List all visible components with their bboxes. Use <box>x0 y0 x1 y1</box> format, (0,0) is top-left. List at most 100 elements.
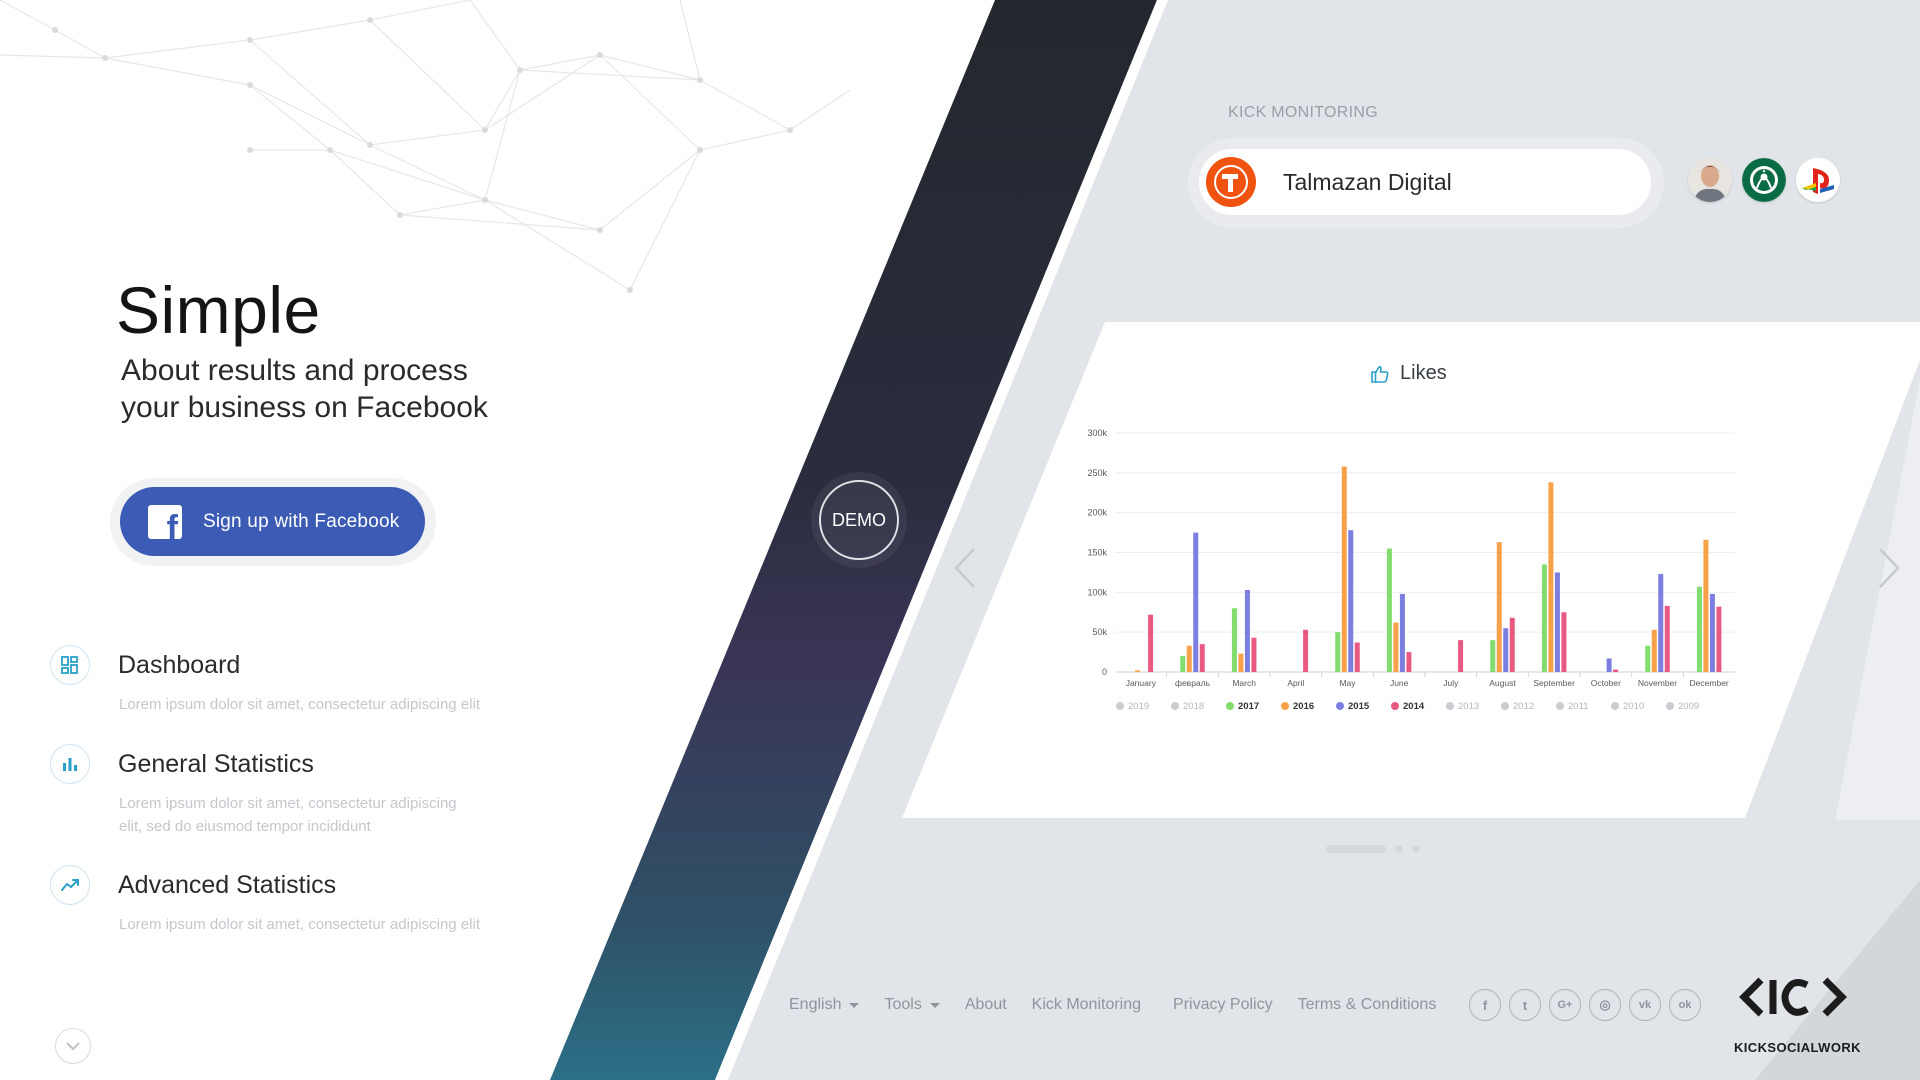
talmazan-logo <box>1206 157 1256 207</box>
chart-bar <box>1406 652 1412 672</box>
y-tick-label: 0 <box>1102 667 1107 677</box>
carousel-dot[interactable] <box>1412 845 1420 853</box>
hero-title: Simple <box>116 273 321 347</box>
instagram-icon[interactable]: ◎ <box>1589 989 1621 1021</box>
legend-marker <box>1116 702 1124 710</box>
chart-bar <box>1613 669 1619 672</box>
chart-bar <box>1496 542 1502 672</box>
chart-bar <box>1541 564 1547 672</box>
language-label: English <box>789 996 842 1013</box>
x-tick-label: May <box>1339 678 1356 688</box>
vk-icon[interactable]: vk <box>1629 989 1661 1021</box>
legend-label: 2013 <box>1458 701 1479 712</box>
facebook-signup-label: Sign up with Facebook <box>203 510 400 532</box>
person-avatar[interactable] <box>1688 158 1732 202</box>
facebook-signup-button[interactable]: f Sign up with Facebook <box>120 487 425 556</box>
x-tick-label: December <box>1690 678 1729 688</box>
footer-link-terms[interactable]: Terms & Conditions <box>1298 996 1437 1014</box>
legend-marker <box>1281 702 1289 710</box>
x-tick-label: June <box>1390 678 1409 688</box>
legend-marker <box>1391 702 1399 710</box>
chart-bar <box>1561 612 1567 672</box>
chevron-down-icon <box>66 1042 80 1051</box>
tools-dropdown[interactable]: Tools <box>884 996 940 1014</box>
x-tick-label: September <box>1533 678 1575 688</box>
chart-bar <box>1664 605 1670 672</box>
y-tick-label: 50k <box>1092 627 1107 637</box>
chart-bar <box>1709 593 1715 672</box>
search-value: Talmazan Digital <box>1283 168 1452 195</box>
chart-bar <box>1696 586 1702 672</box>
facebook-icon: f <box>148 504 182 539</box>
chart-bar <box>1251 637 1257 672</box>
likes-header: Likes <box>1370 362 1447 385</box>
thumbs-up-icon <box>1371 365 1389 383</box>
facebook-icon[interactable]: f <box>1469 989 1501 1021</box>
legend-label: 2009 <box>1678 701 1699 712</box>
page-search-input[interactable]: Talmazan Digital <box>1199 149 1651 215</box>
chart-bar <box>1186 645 1192 672</box>
carousel-dot-active[interactable] <box>1326 845 1386 853</box>
chart-bar <box>1199 644 1205 672</box>
chart-bar <box>1354 642 1360 672</box>
dashboard-icon <box>50 645 90 685</box>
chart-bar <box>1658 574 1664 672</box>
chart-bar <box>1509 617 1515 672</box>
google-plus-icon[interactable]: G+ <box>1549 989 1581 1021</box>
chart-bar <box>1148 614 1154 672</box>
feature-title: Advanced Statistics <box>118 871 337 899</box>
legend-marker <box>1446 702 1454 710</box>
chart-bar <box>1548 482 1554 672</box>
carousel-pagination <box>1326 845 1420 853</box>
demo-button[interactable]: DEMO <box>819 480 899 560</box>
legend-label: 2011 <box>1568 701 1588 712</box>
footer-link-about[interactable]: About <box>965 996 1007 1014</box>
x-tick-label: August <box>1489 678 1516 688</box>
feature-description: Lorem ipsum dolor sit amet, consectetur … <box>119 792 519 838</box>
caret-down-icon <box>849 1002 860 1008</box>
chart-bar <box>1335 632 1341 672</box>
chart-bar <box>1393 622 1399 672</box>
chart-bar <box>1244 589 1250 672</box>
feature-description-line-1: Lorem ipsum dolor sit amet, consectetur … <box>119 795 457 812</box>
kick-monitoring-label: KICK MONITORING <box>1228 104 1378 121</box>
chart-bar <box>1231 608 1237 672</box>
carousel-next-arrow[interactable] <box>1874 545 1904 591</box>
chart-bar <box>1716 606 1722 672</box>
legend-label: 2010 <box>1623 701 1644 712</box>
chart-bar <box>1651 629 1657 672</box>
playstation-logo[interactable] <box>1796 158 1840 202</box>
chart-bar <box>1490 640 1496 672</box>
footer-link-privacy[interactable]: Privacy Policy <box>1173 996 1273 1014</box>
legend-marker <box>1226 702 1234 710</box>
caret-down-icon <box>929 1002 940 1008</box>
chart-bar <box>1399 593 1405 672</box>
feature-description: Lorem ipsum dolor sit amet, consectetur … <box>119 696 480 713</box>
legend-marker <box>1501 702 1509 710</box>
carousel-prev-arrow[interactable] <box>950 545 980 591</box>
y-tick-label: 100k <box>1087 587 1107 597</box>
chart-bar <box>1458 640 1464 672</box>
x-tick-label: July <box>1443 678 1459 688</box>
legend-marker <box>1556 702 1564 710</box>
scroll-down-button[interactable] <box>55 1028 91 1064</box>
odnoklassniki-icon[interactable]: ok <box>1669 989 1701 1021</box>
twitter-icon[interactable]: t <box>1509 989 1541 1021</box>
chart-bar <box>1386 548 1392 672</box>
legend-label: 2018 <box>1183 701 1204 712</box>
feature-description: Lorem ipsum dolor sit amet, consectetur … <box>119 916 480 933</box>
starbucks-logo[interactable] <box>1742 158 1786 202</box>
carousel-dot[interactable] <box>1395 845 1403 853</box>
feature-description-line-2: elit, sed do eiusmod tempor incididunt <box>119 818 371 835</box>
y-tick-label: 200k <box>1087 508 1107 518</box>
x-tick-label: March <box>1232 678 1256 688</box>
chart-bar <box>1503 628 1509 672</box>
x-tick-label: October <box>1591 678 1621 688</box>
hero-subtitle-line-1: About results and process <box>121 354 468 387</box>
footer-link-kick-monitoring[interactable]: Kick Monitoring <box>1032 996 1141 1014</box>
chart-bar <box>1703 539 1709 672</box>
chart-bar <box>1135 670 1141 672</box>
language-dropdown[interactable]: English <box>789 996 860 1014</box>
y-tick-label: 300k <box>1087 428 1107 438</box>
chart-bar <box>1180 656 1186 672</box>
